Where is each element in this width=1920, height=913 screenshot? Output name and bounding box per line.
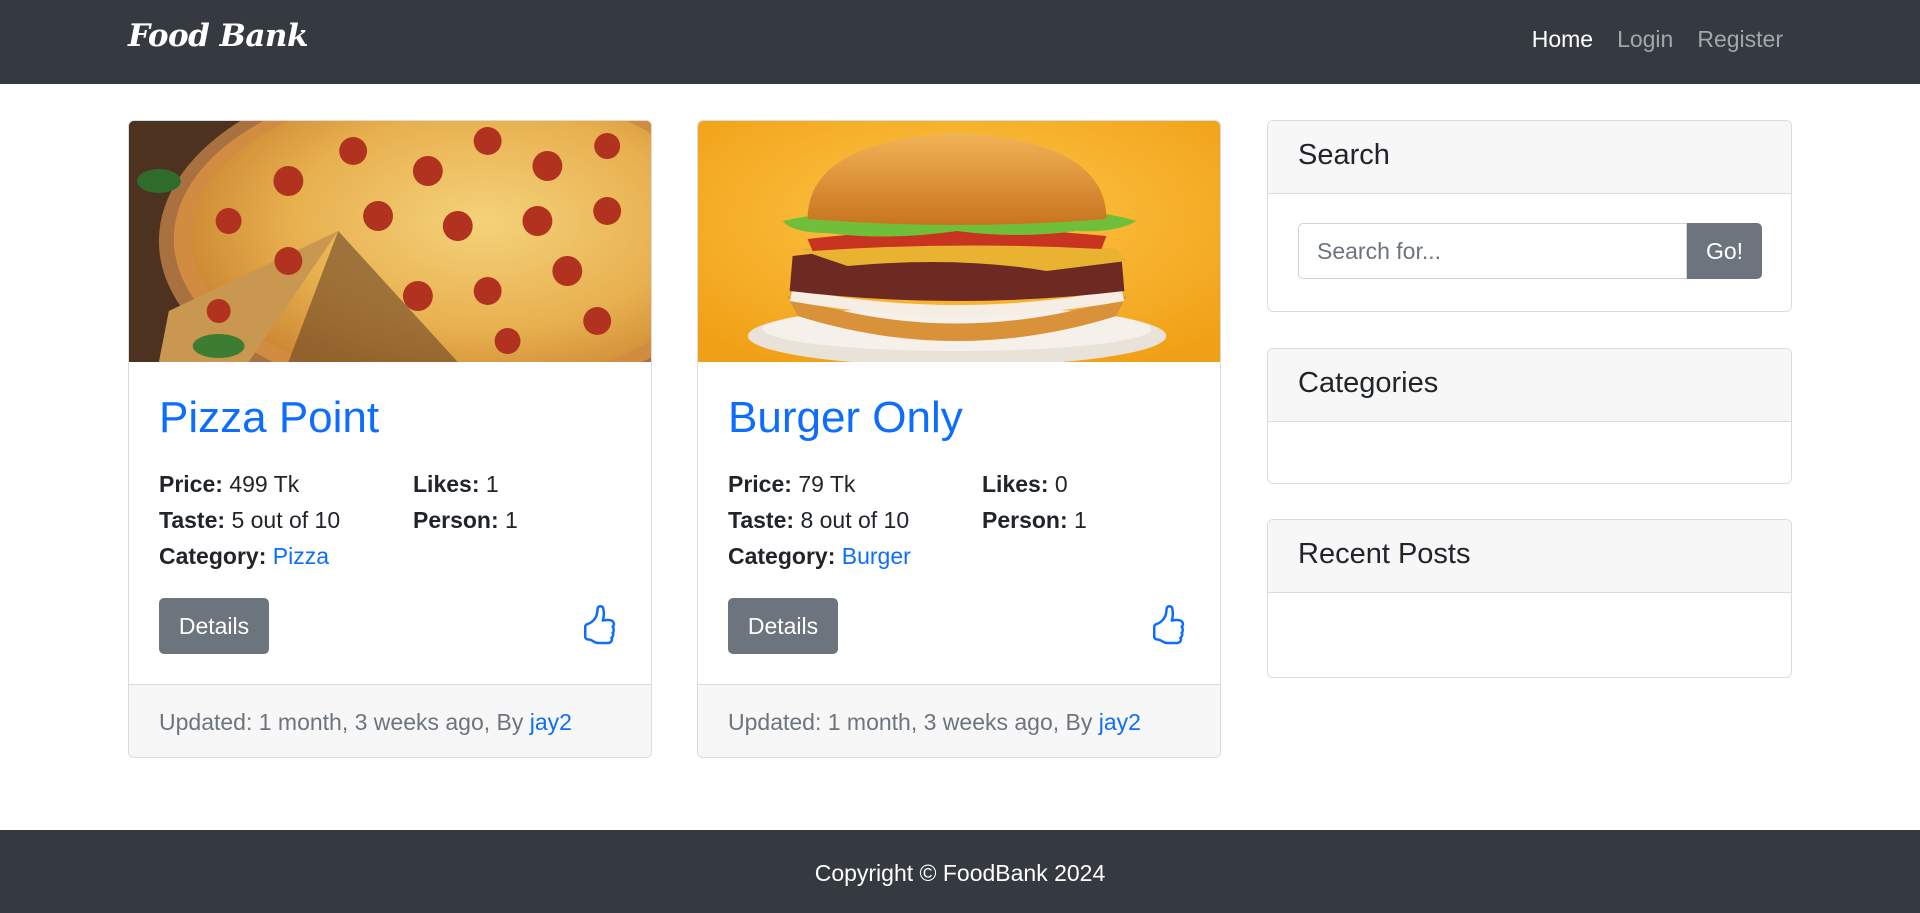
person-info: Person: 1 [982,507,1087,534]
post-title[interactable]: Burger Only [728,393,963,443]
card-footer: Updated: 1 month, 3 weeks ago, By jay2 [698,684,1220,757]
category-info: Category: Burger [728,543,911,570]
taste-value: 8 out of 10 [800,507,910,533]
copyright-text: Copyright © FoodBank 2024 [814,860,1106,886]
price-info: Price: 79 Tk [728,471,855,498]
price-value: 79 Tk [798,471,856,497]
details-button[interactable]: Details [159,598,269,654]
go-button[interactable]: Go! [1687,223,1762,279]
likes-label: Likes: [413,471,480,497]
navbar: Food Bank Home Login Register [0,0,1920,84]
page-footer: Copyright © FoodBank 2024 [0,830,1920,913]
category-label: Category: [159,543,267,569]
nav-link-login[interactable]: Login [1617,26,1673,53]
price-label: Price: [728,471,792,497]
categories-widget-title: Categories [1268,349,1791,422]
burger-photo [698,121,1220,362]
search-widget: Search Go! [1267,120,1792,312]
taste-value: 5 out of 10 [231,507,341,533]
likes-info: Likes: 0 [982,471,1068,498]
recent-posts-widget-title: Recent Posts [1268,520,1791,593]
price-label: Price: [159,471,223,497]
taste-label: Taste: [728,507,795,533]
search-widget-title: Search [1268,121,1791,194]
author-link[interactable]: jay2 [1099,709,1141,735]
nav-links: Home Login Register [1532,26,1783,53]
person-value: 1 [1074,507,1087,533]
category-info: Category: Pizza [159,543,329,570]
post-card-burger: Burger Only Price: 79 Tk Likes: 0 Taste:… [697,120,1221,758]
thumbs-up-icon[interactable] [579,604,619,646]
post-card-pizza: Pizza Point Price: 499 Tk Likes: 1 Taste… [128,120,652,758]
updated-text: Updated: 1 month, 3 weeks ago, By [159,709,530,735]
categories-widget: Categories [1267,348,1792,484]
brand-logo[interactable]: Food Bank [128,18,308,54]
search-row: Go! [1268,194,1791,310]
post-title[interactable]: Pizza Point [159,393,379,443]
search-input[interactable] [1298,223,1687,279]
price-info: Price: 499 Tk [159,471,299,498]
author-link[interactable]: jay2 [530,709,572,735]
nav-link-register[interactable]: Register [1697,26,1783,53]
likes-value: 1 [485,471,499,497]
likes-label: Likes: [982,471,1049,497]
person-label: Person: [982,507,1068,533]
taste-info: Taste: 5 out of 10 [159,507,340,534]
thumbs-up-icon[interactable] [1148,604,1188,646]
person-info: Person: 1 [413,507,518,534]
details-button[interactable]: Details [728,598,838,654]
taste-label: Taste: [159,507,226,533]
likes-info: Likes: 1 [413,471,499,498]
category-link[interactable]: Pizza [273,543,329,569]
price-value: 499 Tk [229,471,300,497]
nav-link-home[interactable]: Home [1532,26,1593,53]
likes-value: 0 [1054,471,1068,497]
person-value: 1 [505,507,518,533]
recent-posts-widget: Recent Posts [1267,519,1792,678]
updated-text: Updated: 1 month, 3 weeks ago, By [728,709,1099,735]
taste-info: Taste: 8 out of 10 [728,507,909,534]
card-footer: Updated: 1 month, 3 weeks ago, By jay2 [129,684,651,757]
pizza-photo [129,121,651,362]
category-link[interactable]: Burger [842,543,911,569]
category-label: Category: [728,543,836,569]
person-label: Person: [413,507,499,533]
